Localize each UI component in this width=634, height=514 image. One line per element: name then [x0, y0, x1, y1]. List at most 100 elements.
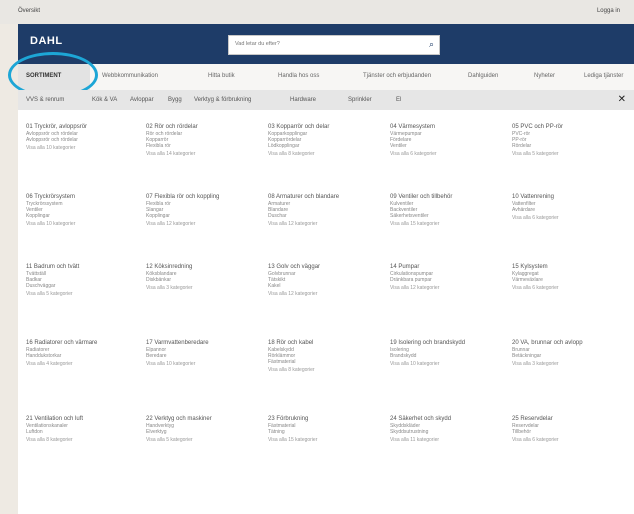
show-all-link[interactable]: Visa alla 12 kategorier — [268, 221, 380, 227]
nav-item-3[interactable]: Handla hos oss — [278, 73, 319, 79]
category-title[interactable]: 21 Ventilation och luft — [26, 416, 138, 423]
sub-nav: VVS & renrum Kök & VA Avloppar Bygg Verk… — [18, 90, 634, 110]
category-title[interactable]: 09 Ventiler och tillbehör — [390, 194, 502, 201]
subcategory-link[interactable]: Luftdon — [26, 429, 138, 435]
subnav-item-2[interactable]: Kök & VA — [92, 97, 117, 103]
subcategory-link[interactable]: Duschväggar — [26, 283, 138, 289]
category-title[interactable]: 24 Säkerhet och skydd — [390, 416, 502, 423]
category-title[interactable]: 11 Badrum och tvätt — [26, 264, 138, 271]
subcategory-link[interactable]: Beredare — [146, 353, 258, 359]
show-all-link[interactable]: Visa alla 10 kategorier — [26, 145, 138, 151]
show-all-link[interactable]: Visa alla 5 kategorier — [146, 437, 258, 443]
search-icon[interactable]: ⌕ — [429, 39, 434, 50]
category-title[interactable]: 10 Vattenrening — [512, 194, 624, 201]
show-all-link[interactable]: Visa alla 6 kategorier — [512, 285, 624, 291]
category-title[interactable]: 05 PVC och PP-rör — [512, 124, 624, 131]
category-title[interactable]: 08 Armaturer och blandare — [268, 194, 380, 201]
category-title[interactable]: 07 Flexibla rör och koppling — [146, 194, 258, 201]
subcategory-link[interactable]: Säkerhetsventiler — [390, 213, 502, 219]
subcategory-link[interactable]: Kakel — [268, 283, 380, 289]
category-title[interactable]: 06 Tryckrörsystem — [26, 194, 138, 201]
category-title[interactable]: 12 Köksinredning — [146, 264, 258, 271]
nav-item-4[interactable]: Tjänster och erbjudanden — [363, 73, 431, 79]
subcategory-link[interactable]: Tillbehör — [512, 429, 624, 435]
subnav-item-3[interactable]: Avloppar — [130, 97, 154, 103]
nav-item-1[interactable]: Webbkommunikation — [102, 73, 158, 79]
show-all-link[interactable]: Visa alla 10 kategorier — [390, 361, 502, 367]
subcategory-link[interactable]: Duschar — [268, 213, 380, 219]
close-icon[interactable]: ✕ — [618, 94, 626, 105]
search-input[interactable]: Vad letar du efter? — [235, 41, 280, 47]
category-block: 16 Radiatorer och värmare Radiatorer Handd… — [26, 340, 138, 367]
subcategory-link[interactable]: Flexibla rör — [146, 143, 258, 149]
category-title[interactable]: 02 Rör och rördelar — [146, 124, 258, 131]
show-all-link[interactable]: Visa alla 6 kategorier — [390, 151, 502, 157]
category-title[interactable]: 20 VA, brunnar och avlopp — [512, 340, 624, 347]
show-all-link[interactable]: Visa alla 3 kategorier — [146, 285, 258, 291]
category-title[interactable]: 03 Kopparrör och delar — [268, 124, 380, 131]
subcategory-link[interactable]: Ventiler — [390, 143, 502, 149]
category-title[interactable]: 15 Kylsystem — [512, 264, 624, 271]
subcategory-link[interactable]: Fästmaterial — [268, 359, 380, 365]
search-bar[interactable]: Vad letar du efter? ⌕ — [228, 35, 440, 55]
subcategory-link[interactable]: Lödkopplingar — [268, 143, 380, 149]
subcategory-link[interactable]: Elverktyg — [146, 429, 258, 435]
nav-item-2[interactable]: Hitta butik — [208, 73, 235, 79]
show-all-link[interactable]: Visa alla 8 kategorier — [268, 151, 380, 157]
category-title[interactable]: 25 Reservdelar — [512, 416, 624, 423]
category-block: 07 Flexibla rör och koppling Flexibla rör… — [146, 194, 258, 227]
category-title[interactable]: 17 Varmvattenberedare — [146, 340, 258, 347]
category-title[interactable]: 19 Isolering och brandskydd — [390, 340, 502, 347]
show-all-link[interactable]: Visa alla 5 kategorier — [26, 291, 138, 297]
category-title[interactable]: 18 Rör och kabel — [268, 340, 380, 347]
nav-item-5[interactable]: Dahlguiden — [468, 73, 498, 79]
show-all-link[interactable]: Visa alla 15 kategorier — [390, 221, 502, 227]
subnav-item-7[interactable]: Sprinkler — [348, 97, 372, 103]
subcategory-link[interactable]: Skyddsutrustning — [390, 429, 502, 435]
subnav-item-1[interactable]: VVS & renrum — [26, 97, 64, 103]
category-title[interactable]: 14 Pumpar — [390, 264, 502, 271]
subcategory-link[interactable]: Kopplingar — [26, 213, 138, 219]
category-title[interactable]: 04 Värmesystem — [390, 124, 502, 131]
subcategory-link[interactable]: Dränkbara pumpar — [390, 277, 502, 283]
subcategory-link[interactable]: Kopplingar — [146, 213, 258, 219]
subcategory-link[interactable]: Betäckningar — [512, 353, 624, 359]
overview-link[interactable]: Översikt — [18, 8, 40, 14]
show-all-link[interactable]: Visa alla 6 kategorier — [512, 215, 624, 221]
subcategory-link[interactable]: Avloppsrör och rördelar — [26, 137, 138, 143]
show-all-link[interactable]: Visa alla 14 kategorier — [146, 151, 258, 157]
show-all-link[interactable]: Visa alla 10 kategorier — [146, 361, 258, 367]
subnav-item-5[interactable]: Verktyg & förbrukning — [194, 97, 251, 103]
show-all-link[interactable]: Visa alla 15 kategorier — [268, 437, 380, 443]
nav-item-7[interactable]: Lediga tjänster — [584, 73, 623, 79]
subcategory-link[interactable]: Avhärdare — [512, 207, 624, 213]
subcategory-link[interactable]: Handdukstorkar — [26, 353, 138, 359]
subnav-item-4[interactable]: Bygg — [168, 97, 182, 103]
show-all-link[interactable]: Visa alla 8 kategorier — [26, 437, 138, 443]
dahl-logo[interactable]: DAHL — [30, 35, 63, 47]
category-title[interactable]: 01 Tryckrör, avloppsrör — [26, 124, 138, 131]
show-all-link[interactable]: Visa alla 10 kategorier — [26, 221, 138, 227]
show-all-link[interactable]: Visa alla 6 kategorier — [512, 437, 624, 443]
show-all-link[interactable]: Visa alla 4 kategorier — [26, 361, 138, 367]
subnav-item-8[interactable]: El — [396, 97, 401, 103]
category-title[interactable]: 16 Radiatorer och värmare — [26, 340, 138, 347]
category-title[interactable]: 13 Golv och väggar — [268, 264, 380, 271]
show-all-link[interactable]: Visa alla 8 kategorier — [268, 367, 380, 373]
subcategory-link[interactable]: Brandskydd — [390, 353, 502, 359]
show-all-link[interactable]: Visa alla 5 kategorier — [512, 151, 624, 157]
login-link[interactable]: Logga in — [597, 8, 620, 14]
show-all-link[interactable]: Visa alla 12 kategorier — [268, 291, 380, 297]
subnav-item-6[interactable]: Hardware — [290, 97, 316, 103]
category-title[interactable]: 22 Verktyg och maskiner — [146, 416, 258, 423]
subcategory-link[interactable]: Värmeväxlare — [512, 277, 624, 283]
subcategory-link[interactable]: Tätning — [268, 429, 380, 435]
show-all-link[interactable]: Visa alla 11 kategorier — [390, 437, 502, 443]
nav-item-6[interactable]: Nyheter — [534, 73, 555, 79]
show-all-link[interactable]: Visa alla 12 kategorier — [146, 221, 258, 227]
subcategory-link[interactable]: Diskbänkar — [146, 277, 258, 283]
show-all-link[interactable]: Visa alla 12 kategorier — [390, 285, 502, 291]
show-all-link[interactable]: Visa alla 3 kategorier — [512, 361, 624, 367]
category-title[interactable]: 23 Förbrukning — [268, 416, 380, 423]
subcategory-link[interactable]: Rördelar — [512, 143, 624, 149]
